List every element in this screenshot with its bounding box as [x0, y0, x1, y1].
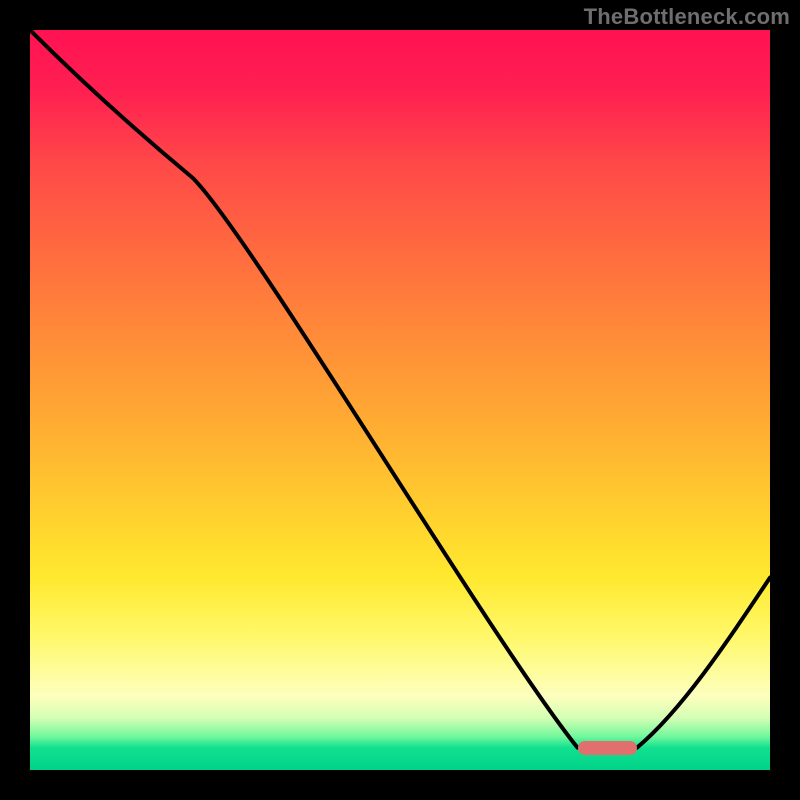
watermark-text: TheBottleneck.com	[584, 4, 790, 30]
plot-area	[30, 30, 770, 770]
chart-frame: TheBottleneck.com	[0, 0, 800, 800]
bottleneck-curve	[30, 30, 770, 770]
optimal-marker	[578, 741, 637, 755]
